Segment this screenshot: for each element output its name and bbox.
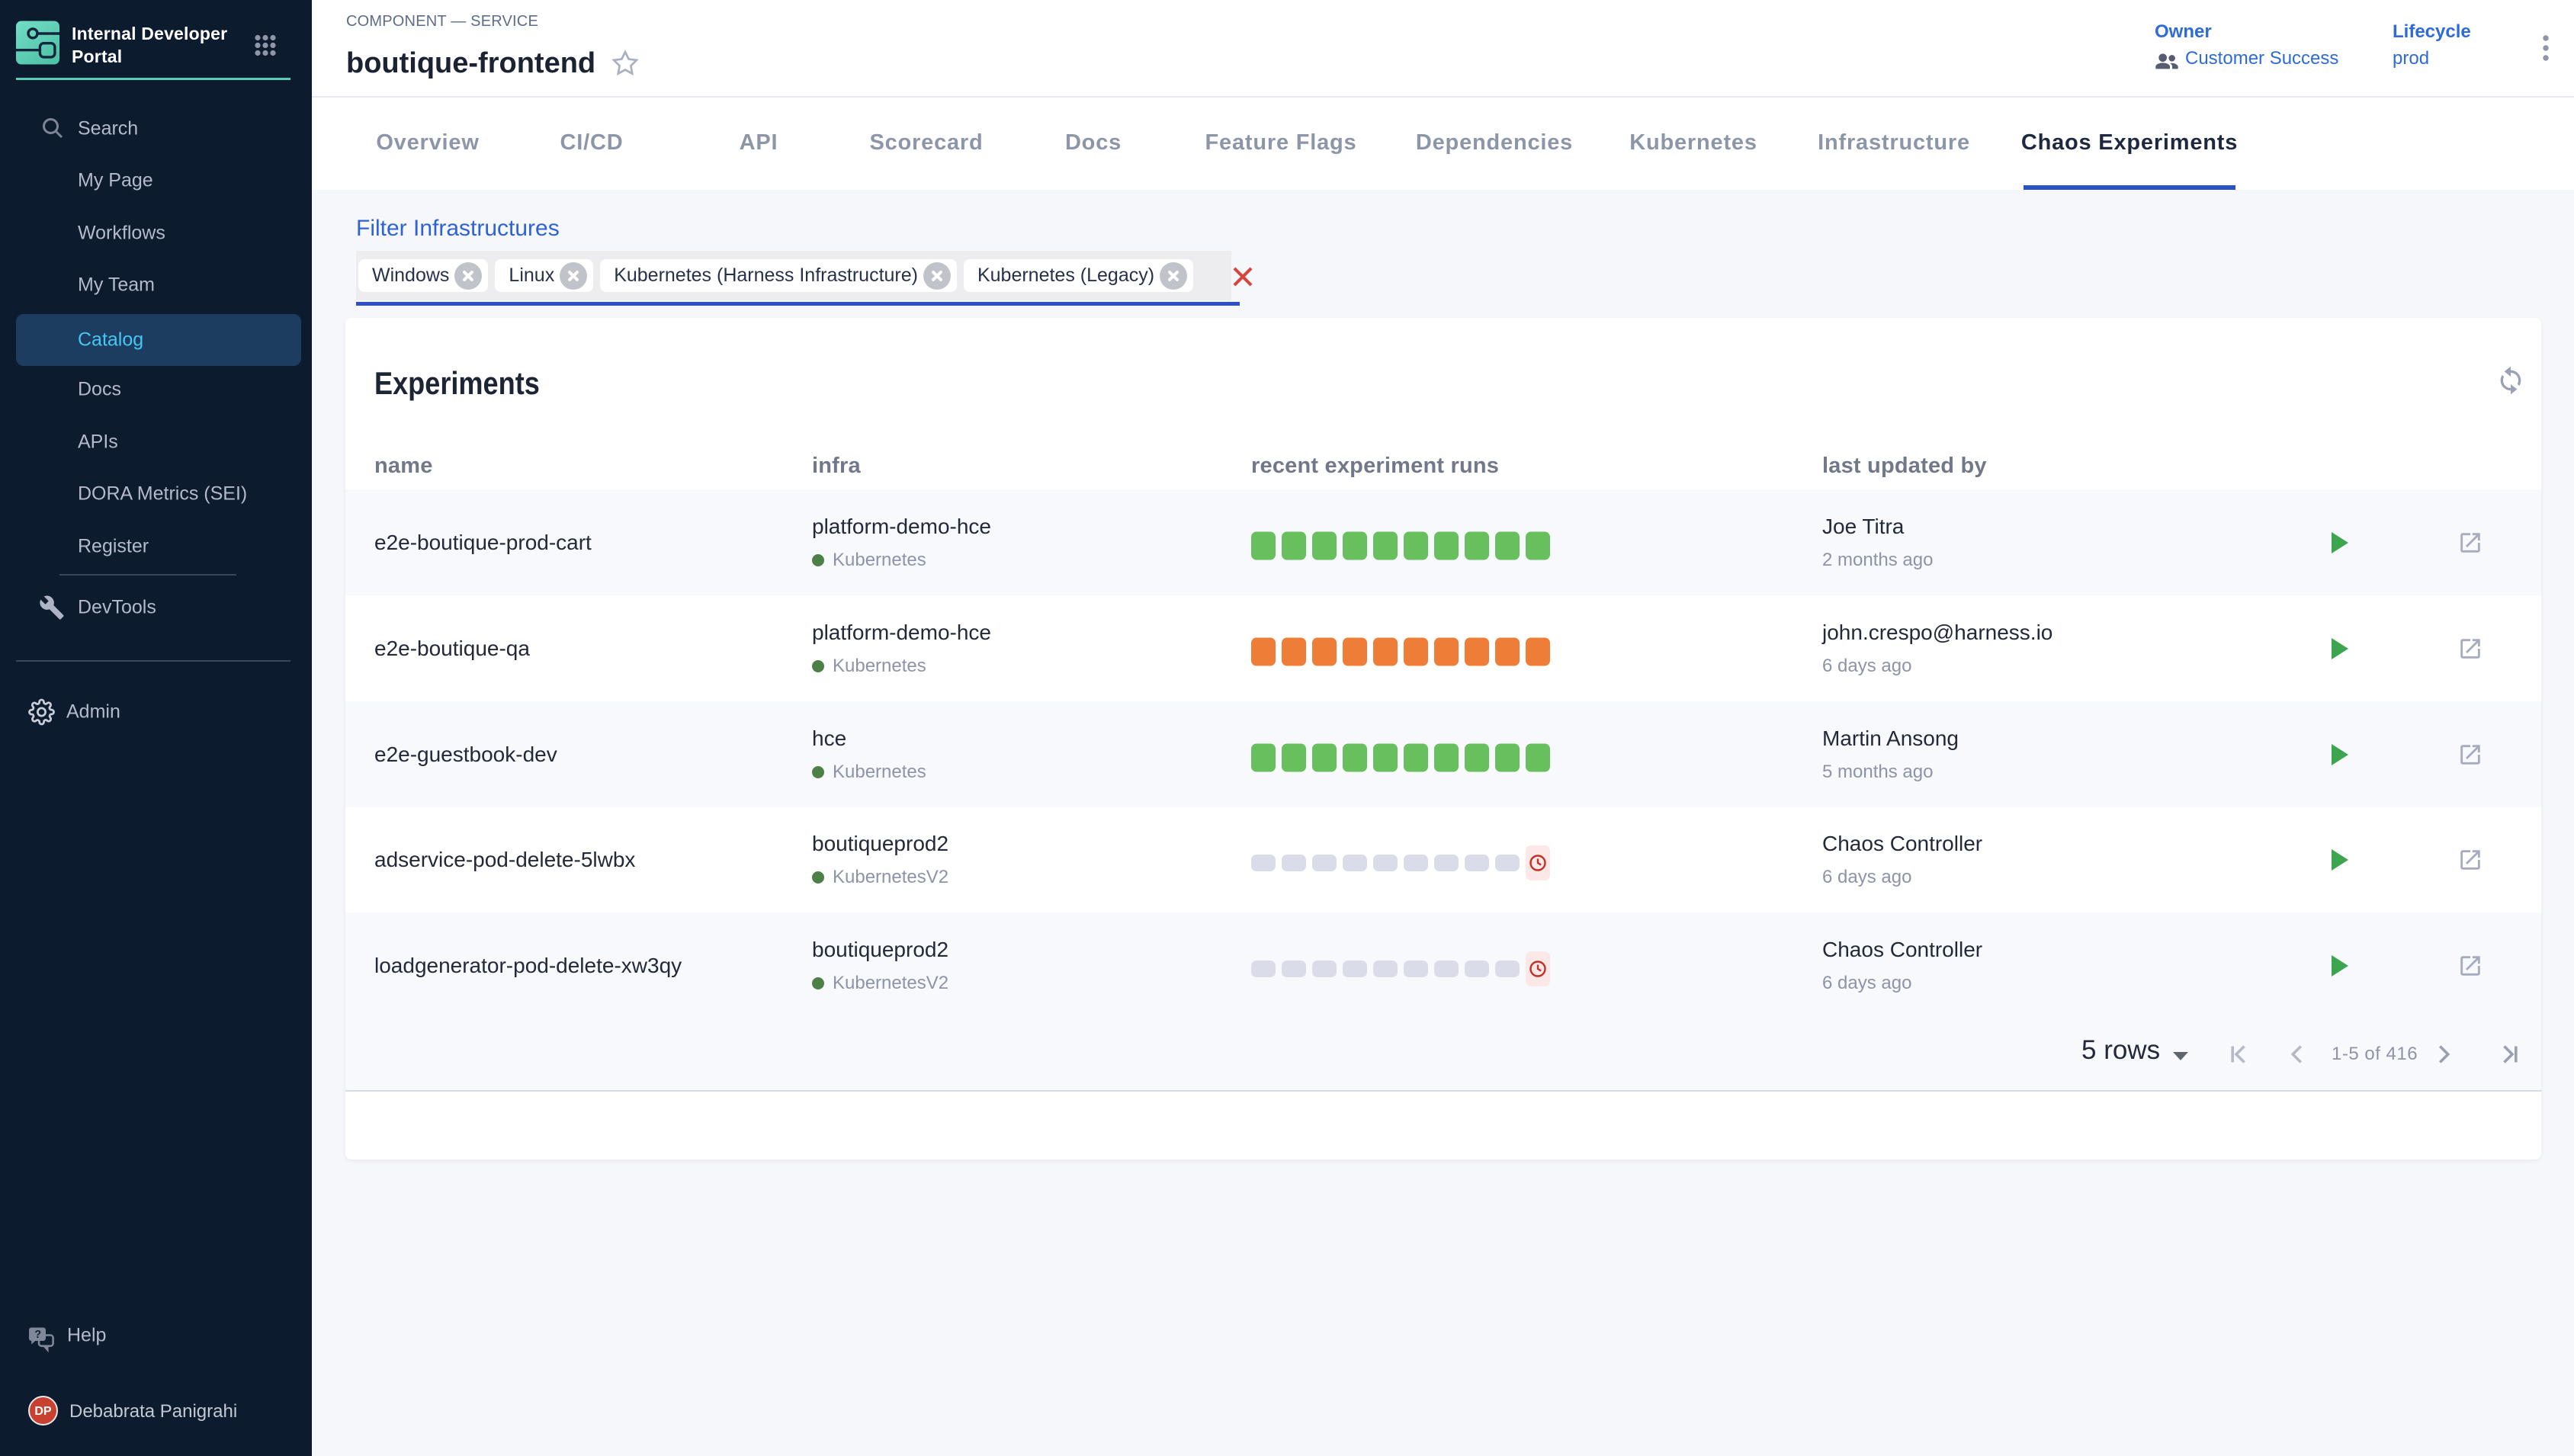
svg-text:?: ? [34, 1329, 41, 1341]
